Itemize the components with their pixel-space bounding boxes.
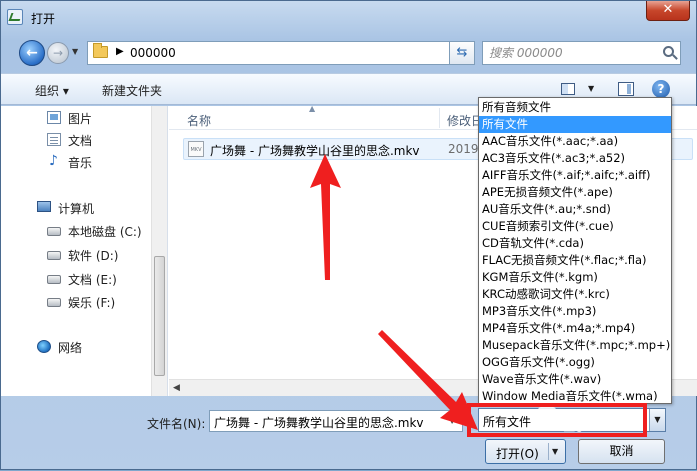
file-type-option[interactable]: APE无损音频文件(*.ape) [479,184,671,201]
nav-item-network[interactable]: 网络 [1,337,151,357]
forward-button[interactable]: → [47,42,69,64]
nav-item-label: 文档 (E:) [68,273,117,287]
search-icon[interactable] [663,46,674,57]
picture-library-icon [47,111,61,124]
nav-item-documents[interactable]: 文档 [1,130,151,150]
help-icon[interactable]: ? [652,80,670,98]
drive-icon [47,275,61,284]
file-type-option[interactable]: KGM音乐文件(*.kgm) [479,269,671,286]
window-title: 打开 [31,12,56,26]
file-type-option[interactable]: AAC音乐文件(*.aac;*.aa) [479,133,671,150]
nav-item-drive-e[interactable]: 文档 (E:) [1,269,151,289]
chevron-down-icon[interactable]: ▼ [649,409,665,431]
file-type-option[interactable]: 所有文件 [479,116,671,133]
filename-dropdown-icon[interactable]: ▼ [449,416,455,425]
nav-item-label: 计算机 [58,202,95,216]
address-bar[interactable]: ▶ 000000 ▼ [87,41,475,65]
open-button-label: 打开(O) [496,447,539,461]
watermark: 经验 [558,415,592,435]
search-input[interactable] [487,44,657,62]
drive-icon [47,251,61,260]
nav-item-drive-f[interactable]: 娱乐 (F:) [1,292,151,312]
nav-item-computer[interactable]: 计算机 [1,198,151,218]
history-dropdown-icon[interactable]: ▼ [72,47,78,56]
nav-item-pictures[interactable]: 图片 [1,108,151,128]
video-file-icon: MKV [188,141,204,157]
nav-item-music[interactable]: ♪ 音乐 [1,152,151,172]
watermark-logo-icon [538,407,556,427]
file-type-option[interactable]: Musepack音乐文件(*.mpc;*.mp+) [479,337,671,354]
preview-pane-icon[interactable] [618,82,634,96]
network-icon [37,340,51,353]
nav-item-label: 文档 [68,134,93,148]
sort-ascending-icon: ▲ [309,104,316,113]
cancel-button[interactable]: 取消 [578,439,665,464]
nav-scrollbar[interactable] [151,106,167,396]
file-type-option[interactable]: CD音轨文件(*.cda) [479,235,671,252]
nav-item-label: 软件 (D:) [68,249,119,263]
breadcrumb-folder[interactable]: 000000 [130,46,176,60]
music-library-icon: ♪ [49,153,58,169]
open-button[interactable]: 打开(O) ▼ [485,439,566,464]
folder-icon [93,43,108,58]
close-button[interactable]: ✕ [646,1,690,21]
drive-icon [47,227,61,236]
file-type-option[interactable]: AU音乐文件(*.au;*.snd) [479,201,671,218]
file-name: 广场舞 - 广场舞教学山谷里的思念.mkv [210,144,420,158]
column-name[interactable]: 名称 [187,112,211,129]
file-type-option[interactable]: MP3音乐文件(*.mp3) [479,303,671,320]
column-divider[interactable] [439,108,440,128]
title-bar[interactable]: 打开 ✕ [1,1,696,33]
file-type-option[interactable]: FLAC无损音频文件(*.flac;*.fla) [479,252,671,269]
nav-item-drive-d[interactable]: 软件 (D:) [1,245,151,265]
view-options-icon[interactable] [561,83,575,95]
nav-item-drive-c[interactable]: 本地磁盘 (C:) [1,221,151,241]
nav-item-label: 音乐 [68,156,93,170]
nav-item-label: 本地磁盘 (C:) [68,225,142,239]
nav-item-label: 娱乐 (F:) [68,296,116,310]
file-type-option[interactable]: CUE音频索引文件(*.cue) [479,218,671,235]
file-type-dropdown-list: 所有音频文件 所有文件 AAC音乐文件(*.aac;*.aa) AC3音乐文件(*.a… [478,97,672,404]
filename-label: 文件名(N): [147,417,206,431]
app-icon [7,9,23,25]
nav-item-label: 图片 [68,112,93,126]
open-options-icon[interactable]: ▼ [552,447,558,456]
search-box[interactable] [482,41,681,65]
document-library-icon [47,133,61,146]
file-type-option[interactable]: Wave音乐文件(*.wav) [479,371,671,388]
file-type-option[interactable]: 所有音频文件 [479,99,671,116]
navigation-bar: ← → ▼ ▶ 000000 ▼ ⇆ [1,35,696,71]
refresh-icon: ⇆ [456,45,468,60]
breadcrumb-chevron-icon[interactable]: ▶ [116,46,124,57]
file-type-option[interactable]: AIFF音乐文件(*.aif;*.aifc;*.aiff) [479,167,671,184]
open-button-divider [548,443,549,460]
nav-scrollbar-thumb[interactable] [154,256,165,376]
view-dropdown-icon[interactable]: ▼ [588,84,594,93]
new-folder-button[interactable]: 新建文件夹 [102,82,162,99]
file-type-option[interactable]: MP4音乐文件(*.m4a;*.mp4) [479,320,671,337]
arrow-right-icon: → [52,46,64,60]
back-button[interactable]: ← [19,40,45,66]
arrow-left-icon: ← [26,45,38,61]
drive-icon [47,298,61,307]
scroll-left-icon[interactable]: ◀ [173,383,180,393]
organize-button[interactable]: 组织 ▾ [35,82,69,99]
file-type-option[interactable]: OGG音乐文件(*.ogg) [479,354,671,371]
file-type-option[interactable]: AC3音乐文件(*.ac3;*.a52) [479,150,671,167]
computer-icon [37,201,51,212]
refresh-button[interactable]: ⇆ [449,41,475,65]
nav-item-label: 网络 [58,341,83,355]
file-type-option[interactable]: KRC动感歌词文件(*.krc) [479,286,671,303]
filename-input[interactable] [209,410,463,432]
navigation-pane: 图片 文档 ♪ 音乐 计算机 本地磁盘 (C:) 软件 (D:) 文档 (E:)… [1,106,168,396]
annotation-highlight-box [467,403,647,437]
